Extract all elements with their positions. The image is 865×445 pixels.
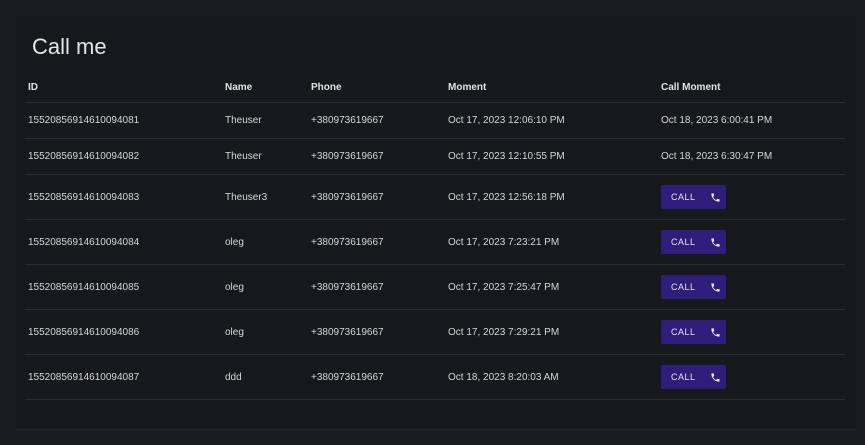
cell-phone: +380973619667 (308, 264, 445, 310)
cell-call-action: CALL (658, 264, 845, 310)
cell-name: oleg (222, 219, 308, 265)
cell-id: 15520856914610094084 (25, 219, 222, 265)
cell-name: Theuser3 (222, 174, 308, 220)
column-header-moment[interactable]: Moment (445, 72, 658, 103)
call-button[interactable]: CALL (661, 275, 726, 299)
cell-id: 15520856914610094086 (25, 309, 222, 355)
call-button-label: CALL (671, 237, 696, 247)
column-header-id[interactable]: ID (25, 72, 222, 103)
cell-phone: +380973619667 (308, 219, 445, 265)
phone-icon (710, 192, 721, 203)
phone-icon (710, 282, 721, 293)
column-header-phone[interactable]: Phone (308, 72, 445, 103)
cell-call-action: CALL (658, 174, 845, 220)
cell-name: Theuser (222, 102, 308, 139)
cell-moment: Oct 17, 2023 7:29:21 PM (445, 309, 658, 355)
cell-moment: Oct 17, 2023 12:06:10 PM (445, 102, 658, 139)
table-row: 15520856914610094082 Theuser +380973619667… (25, 138, 845, 175)
cell-moment: Oct 18, 2023 8:20:03 AM (445, 354, 658, 400)
call-button-label: CALL (671, 192, 696, 202)
call-me-panel: Call me ID Name Phone Moment Call Moment… (16, 16, 856, 430)
call-button-label: CALL (671, 327, 696, 337)
cell-name: oleg (222, 309, 308, 355)
table-row: 15520856914610094086 oleg +380973619667 Oct… (25, 309, 845, 355)
column-header-call-moment[interactable]: Call Moment (658, 72, 845, 103)
cell-id: 15520856914610094081 (25, 102, 222, 139)
cell-moment: Oct 17, 2023 12:10:55 PM (445, 138, 658, 175)
cell-call-action: CALL (658, 219, 845, 265)
cell-call-action: CALL (658, 309, 845, 355)
cell-call-moment: Oct 18, 2023 6:00:41 PM (658, 102, 845, 139)
cell-name: ddd (222, 354, 308, 400)
page-title: Call me (32, 34, 107, 59)
table-header-row: ID Name Phone Moment Call Moment (25, 72, 845, 103)
table-row: 15520856914610094083 Theuser3 +38097361966… (25, 174, 845, 220)
cell-id: 15520856914610094082 (25, 138, 222, 175)
call-button[interactable]: CALL (661, 185, 726, 209)
phone-icon (710, 372, 721, 383)
cell-id: 15520856914610094083 (25, 174, 222, 220)
table-row: 15520856914610094085 oleg +380973619667 Oct… (25, 264, 845, 310)
table-body: 15520856914610094081 Theuser +380973619667… (25, 102, 845, 400)
phone-icon (710, 237, 721, 248)
call-button[interactable]: CALL (661, 365, 726, 389)
table-row: 15520856914610094087 ddd +380973619667 Oct … (25, 354, 845, 400)
cell-phone: +380973619667 (308, 174, 445, 220)
call-button-label: CALL (671, 372, 696, 382)
cell-phone: +380973619667 (308, 309, 445, 355)
table-row: 15520856914610094081 Theuser +380973619667… (25, 102, 845, 139)
table-row: 15520856914610094084 oleg +380973619667 Oct… (25, 219, 845, 265)
cell-phone: +380973619667 (308, 354, 445, 400)
cell-moment: Oct 17, 2023 12:56:18 PM (445, 174, 658, 220)
cell-moment: Oct 17, 2023 7:25:47 PM (445, 264, 658, 310)
column-header-name[interactable]: Name (222, 72, 308, 103)
cell-name: oleg (222, 264, 308, 310)
call-button-label: CALL (671, 282, 696, 292)
call-requests-table: ID Name Phone Moment Call Moment 1552085… (25, 72, 845, 400)
cell-call-moment: Oct 18, 2023 6:30:47 PM (658, 138, 845, 175)
cell-name: Theuser (222, 138, 308, 175)
cell-phone: +380973619667 (308, 102, 445, 139)
cell-id: 15520856914610094085 (25, 264, 222, 310)
phone-icon (710, 327, 721, 338)
call-button[interactable]: CALL (661, 230, 726, 254)
cell-id: 15520856914610094087 (25, 354, 222, 400)
cell-moment: Oct 17, 2023 7:23:21 PM (445, 219, 658, 265)
call-button[interactable]: CALL (661, 320, 726, 344)
cell-phone: +380973619667 (308, 138, 445, 175)
cell-call-action: CALL (658, 354, 845, 400)
